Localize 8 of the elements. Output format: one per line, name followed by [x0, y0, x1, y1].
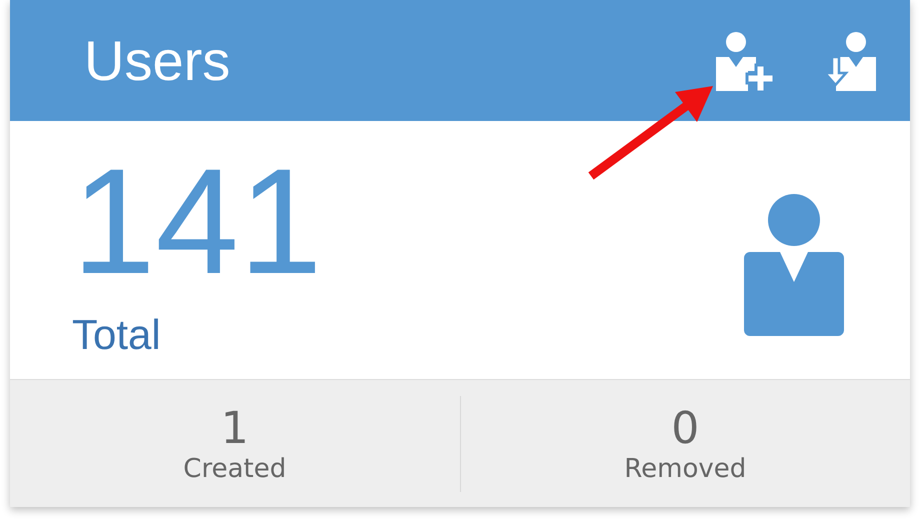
stat-value: 1	[220, 404, 249, 454]
total-count: 141	[72, 141, 322, 301]
stat-label: Created	[183, 454, 286, 484]
total-label: Total	[72, 311, 162, 359]
stat-value: 0	[671, 404, 700, 454]
stat-label: Removed	[624, 454, 746, 484]
card-title: Users	[84, 28, 230, 93]
user-icon	[744, 194, 844, 336]
